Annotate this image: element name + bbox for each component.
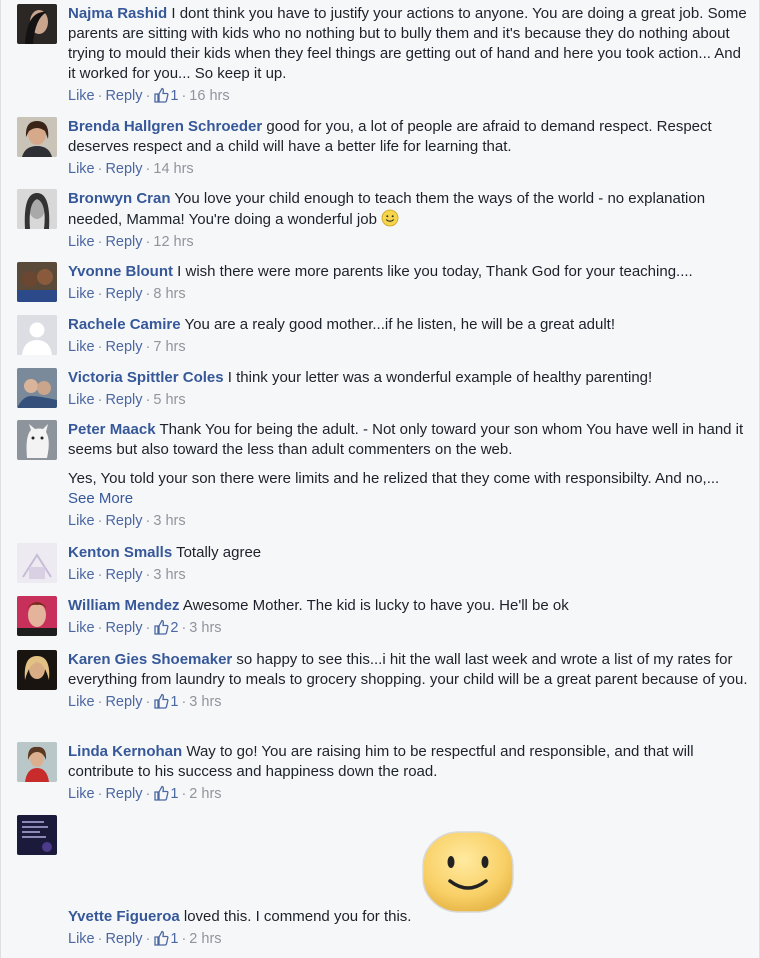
- see-more-link[interactable]: See More: [68, 490, 133, 507]
- timestamp[interactable]: 3 hrs: [189, 694, 221, 710]
- like-button[interactable]: Like: [68, 620, 95, 636]
- comment-actions: Like · Reply · 1 · 2 hrs: [68, 930, 222, 947]
- thumbs-up-icon: [154, 930, 169, 946]
- like-button[interactable]: Like: [68, 161, 95, 177]
- comment-actions: Like · Reply · 3 hrs: [68, 513, 186, 529]
- avatar[interactable]: [17, 420, 57, 460]
- timestamp[interactable]: 2 hrs: [189, 786, 221, 802]
- comment-author[interactable]: Peter Maack: [68, 421, 156, 438]
- smiley-sticker[interactable]: [420, 829, 516, 915]
- comment-actions: Like · Reply · 8 hrs: [68, 286, 186, 302]
- comment-text: You are a realy good mother...if he list…: [184, 316, 616, 333]
- timestamp[interactable]: 16 hrs: [189, 88, 229, 104]
- reply-button[interactable]: Reply: [105, 513, 142, 529]
- avatar[interactable]: [17, 315, 57, 355]
- like-button[interactable]: Like: [68, 513, 95, 529]
- comment-text: I wish there were more parents like you …: [177, 263, 693, 280]
- timestamp[interactable]: 3 hrs: [153, 513, 185, 529]
- comment-author[interactable]: Brenda Hallgren Schroeder: [68, 118, 262, 135]
- comment-actions: Like · Reply · 1 · 2 hrs: [68, 785, 222, 802]
- avatar[interactable]: [17, 262, 57, 302]
- reply-button[interactable]: Reply: [105, 88, 142, 104]
- timestamp[interactable]: 8 hrs: [153, 286, 185, 302]
- avatar[interactable]: [17, 4, 57, 44]
- comment-text: I dont think you have to justify your ac…: [68, 5, 747, 82]
- comment-actions: Like · Reply · 5 hrs: [68, 392, 186, 408]
- comment-actions: Like · Reply · 14 hrs: [68, 161, 194, 177]
- comment-author[interactable]: Victoria Spittler Coles: [68, 369, 224, 386]
- timestamp[interactable]: 12 hrs: [153, 234, 193, 250]
- comment-actions: Like · Reply · 3 hrs: [68, 567, 186, 583]
- avatar[interactable]: [17, 742, 57, 782]
- like-button[interactable]: Like: [68, 88, 95, 104]
- comment-author[interactable]: Yvonne Blount: [68, 263, 173, 280]
- reply-button[interactable]: Reply: [105, 567, 142, 583]
- comments-panel: Najma Rashid I dont think you have to ju…: [0, 0, 760, 958]
- reply-button[interactable]: Reply: [105, 234, 142, 250]
- timestamp[interactable]: 5 hrs: [153, 392, 185, 408]
- avatar[interactable]: [17, 189, 57, 229]
- timestamp[interactable]: 14 hrs: [153, 161, 193, 177]
- avatar[interactable]: [17, 368, 57, 408]
- like-count[interactable]: 1: [153, 785, 178, 802]
- comment-author[interactable]: Karen Gies Shoemaker: [68, 651, 232, 668]
- comment-text: Thank You for being the adult. - Not onl…: [68, 421, 744, 458]
- smiley-emoji-icon: [381, 209, 399, 227]
- like-button[interactable]: Like: [68, 931, 95, 947]
- reply-button[interactable]: Reply: [105, 339, 142, 355]
- reply-button[interactable]: Reply: [105, 392, 142, 408]
- comment-text: Awesome Mother. The kid is lucky to have…: [182, 597, 569, 614]
- comment-actions: Like · Reply · 1 · 16 hrs: [68, 87, 230, 104]
- comment-text: I think your letter was a wonderful exam…: [227, 369, 653, 386]
- avatar[interactable]: [17, 543, 57, 583]
- timestamp[interactable]: 2 hrs: [189, 931, 221, 947]
- like-button[interactable]: Like: [68, 694, 95, 710]
- timestamp[interactable]: 3 hrs: [189, 620, 221, 636]
- like-button[interactable]: Like: [68, 286, 95, 302]
- reply-button[interactable]: Reply: [105, 694, 142, 710]
- like-count[interactable]: 2: [153, 619, 178, 636]
- avatar[interactable]: [17, 650, 57, 690]
- like-button[interactable]: Like: [68, 392, 95, 408]
- avatar[interactable]: [17, 815, 57, 855]
- comment-text-continued: Yes, You told your son there were limits…: [68, 470, 720, 487]
- comment-text: Totally agree: [176, 544, 262, 561]
- comment-author[interactable]: Kenton Smalls: [68, 544, 172, 561]
- comment-author[interactable]: William Mendez: [68, 597, 180, 614]
- reply-button[interactable]: Reply: [105, 620, 142, 636]
- timestamp[interactable]: 3 hrs: [153, 567, 185, 583]
- thumbs-up-icon: [154, 619, 169, 635]
- comment-actions: Like · Reply · 2 · 3 hrs: [68, 619, 222, 636]
- like-button[interactable]: Like: [68, 567, 95, 583]
- comment-author[interactable]: Linda Kernohan: [68, 743, 182, 760]
- thumbs-up-icon: [154, 785, 169, 801]
- comment-author[interactable]: Rachele Camire: [68, 316, 181, 333]
- like-button[interactable]: Like: [68, 234, 95, 250]
- thumbs-up-icon: [154, 693, 169, 709]
- thumbs-up-icon: [154, 87, 169, 103]
- like-count[interactable]: 1: [153, 87, 178, 104]
- like-button[interactable]: Like: [68, 339, 95, 355]
- reply-button[interactable]: Reply: [105, 931, 142, 947]
- comment-actions: Like · Reply · 7 hrs: [68, 339, 186, 355]
- avatar[interactable]: [17, 117, 57, 157]
- reply-button[interactable]: Reply: [105, 161, 142, 177]
- like-count[interactable]: 1: [153, 930, 178, 947]
- reply-button[interactable]: Reply: [105, 286, 142, 302]
- like-count[interactable]: 1: [153, 693, 178, 710]
- comment-author[interactable]: Yvette Figueroa: [68, 908, 180, 925]
- reply-button[interactable]: Reply: [105, 786, 142, 802]
- comment-actions: Like · Reply · 1 · 3 hrs: [68, 693, 222, 710]
- like-button[interactable]: Like: [68, 786, 95, 802]
- comment-author[interactable]: Najma Rashid: [68, 5, 167, 22]
- comment-author[interactable]: Bronwyn Cran: [68, 190, 171, 207]
- comment-text: loved this. I commend you for this.: [183, 908, 412, 925]
- comment-actions: Like · Reply · 12 hrs: [68, 234, 194, 250]
- avatar[interactable]: [17, 596, 57, 636]
- timestamp[interactable]: 7 hrs: [153, 339, 185, 355]
